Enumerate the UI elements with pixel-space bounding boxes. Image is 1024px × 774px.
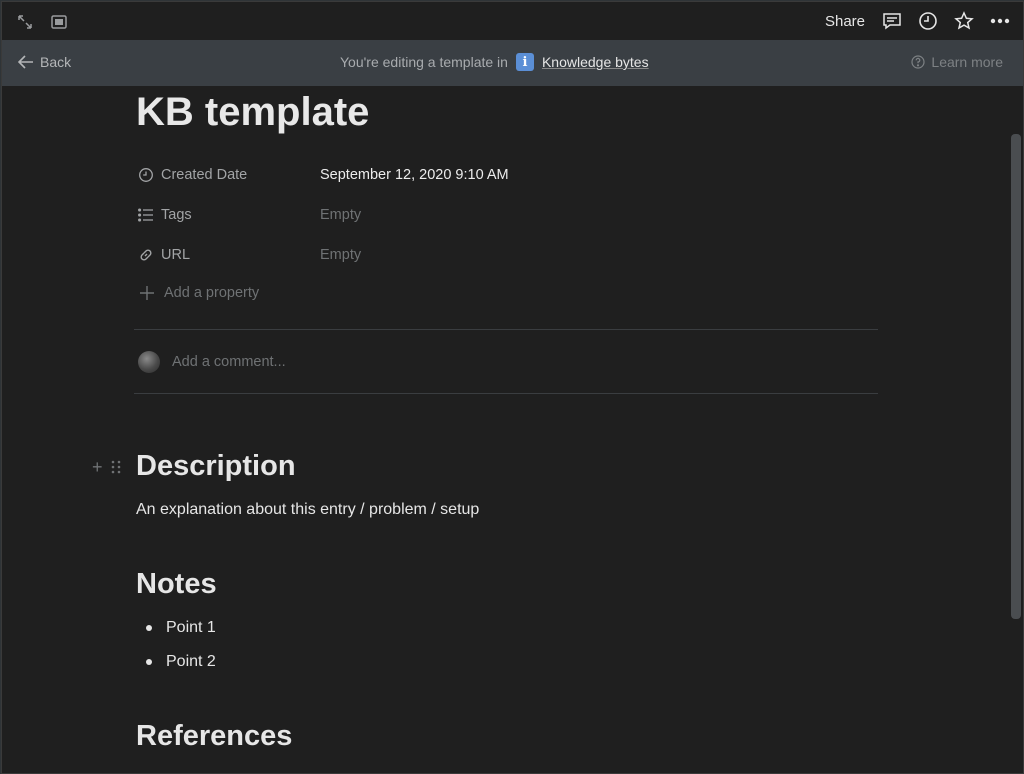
comment-input[interactable]: Add a comment... [138, 351, 286, 373]
add-property-button[interactable]: Add a property [140, 285, 259, 301]
property-value[interactable]: Empty [320, 207, 361, 223]
help-circle-icon [911, 55, 926, 69]
property-url[interactable]: URL Empty [138, 243, 361, 267]
drag-handle-icon[interactable] [111, 460, 121, 476]
list-item-text: Point 1 [166, 619, 216, 636]
list-icon [138, 208, 153, 222]
avatar [138, 351, 160, 373]
add-block-plus-icon[interactable]: + [92, 457, 103, 478]
arrow-left-icon [18, 55, 33, 69]
comment-placeholder: Add a comment... [172, 354, 286, 370]
app-window: Share Back You're editing a template in … [1, 1, 1024, 774]
property-tags[interactable]: Tags Empty [138, 203, 361, 227]
link-icon [140, 249, 152, 261]
page-title[interactable]: KB template [136, 90, 369, 135]
back-label: Back [40, 54, 72, 70]
template-notice: You're editing a template in i Knowledge… [340, 53, 649, 71]
plus-icon [140, 286, 154, 300]
share-button[interactable]: Share [825, 13, 865, 30]
property-name: URL [161, 247, 191, 263]
more-options-icon[interactable] [989, 10, 1011, 32]
property-value: September 12, 2020 9:10 AM [320, 167, 509, 183]
learn-more-label: Learn more [931, 54, 1003, 70]
back-button[interactable]: Back [18, 54, 71, 70]
learn-more-link[interactable]: Learn more [911, 54, 1003, 70]
list-item[interactable]: Point 2 [146, 653, 216, 671]
favorite-star-icon[interactable] [953, 10, 975, 32]
description-text[interactable]: An explanation about this entry / proble… [136, 501, 479, 519]
heading-references[interactable]: References [136, 720, 292, 753]
block-handle: + [92, 457, 121, 478]
bullet-dot-icon [146, 659, 152, 665]
bullet-dot-icon [146, 625, 152, 631]
template-banner: Back You're editing a template in i Know… [2, 40, 1023, 86]
workspace-link[interactable]: Knowledge bytes [542, 54, 649, 70]
history-clock-icon[interactable] [917, 10, 939, 32]
list-item-text: Point 2 [166, 653, 216, 670]
top-bar: Share [2, 2, 1023, 40]
peek-mode-icon[interactable] [48, 11, 70, 33]
editing-text: You're editing a template in [340, 54, 508, 70]
divider [134, 329, 878, 330]
add-property-label: Add a property [164, 285, 260, 301]
clock-icon [139, 168, 153, 182]
info-badge-icon: i [515, 53, 534, 71]
property-name: Created Date [161, 167, 248, 183]
heading-description[interactable]: Description [136, 450, 296, 483]
property-created-date[interactable]: Created Date September 12, 2020 9:10 AM [138, 163, 509, 187]
divider [134, 393, 878, 394]
expand-icon[interactable] [14, 11, 36, 33]
list-item[interactable]: Point 1 [146, 619, 216, 637]
comments-icon[interactable] [881, 10, 903, 32]
property-value[interactable]: Empty [320, 247, 361, 263]
heading-notes[interactable]: Notes [136, 568, 217, 601]
scrollbar-thumb[interactable] [1011, 134, 1021, 619]
property-name: Tags [161, 207, 192, 223]
